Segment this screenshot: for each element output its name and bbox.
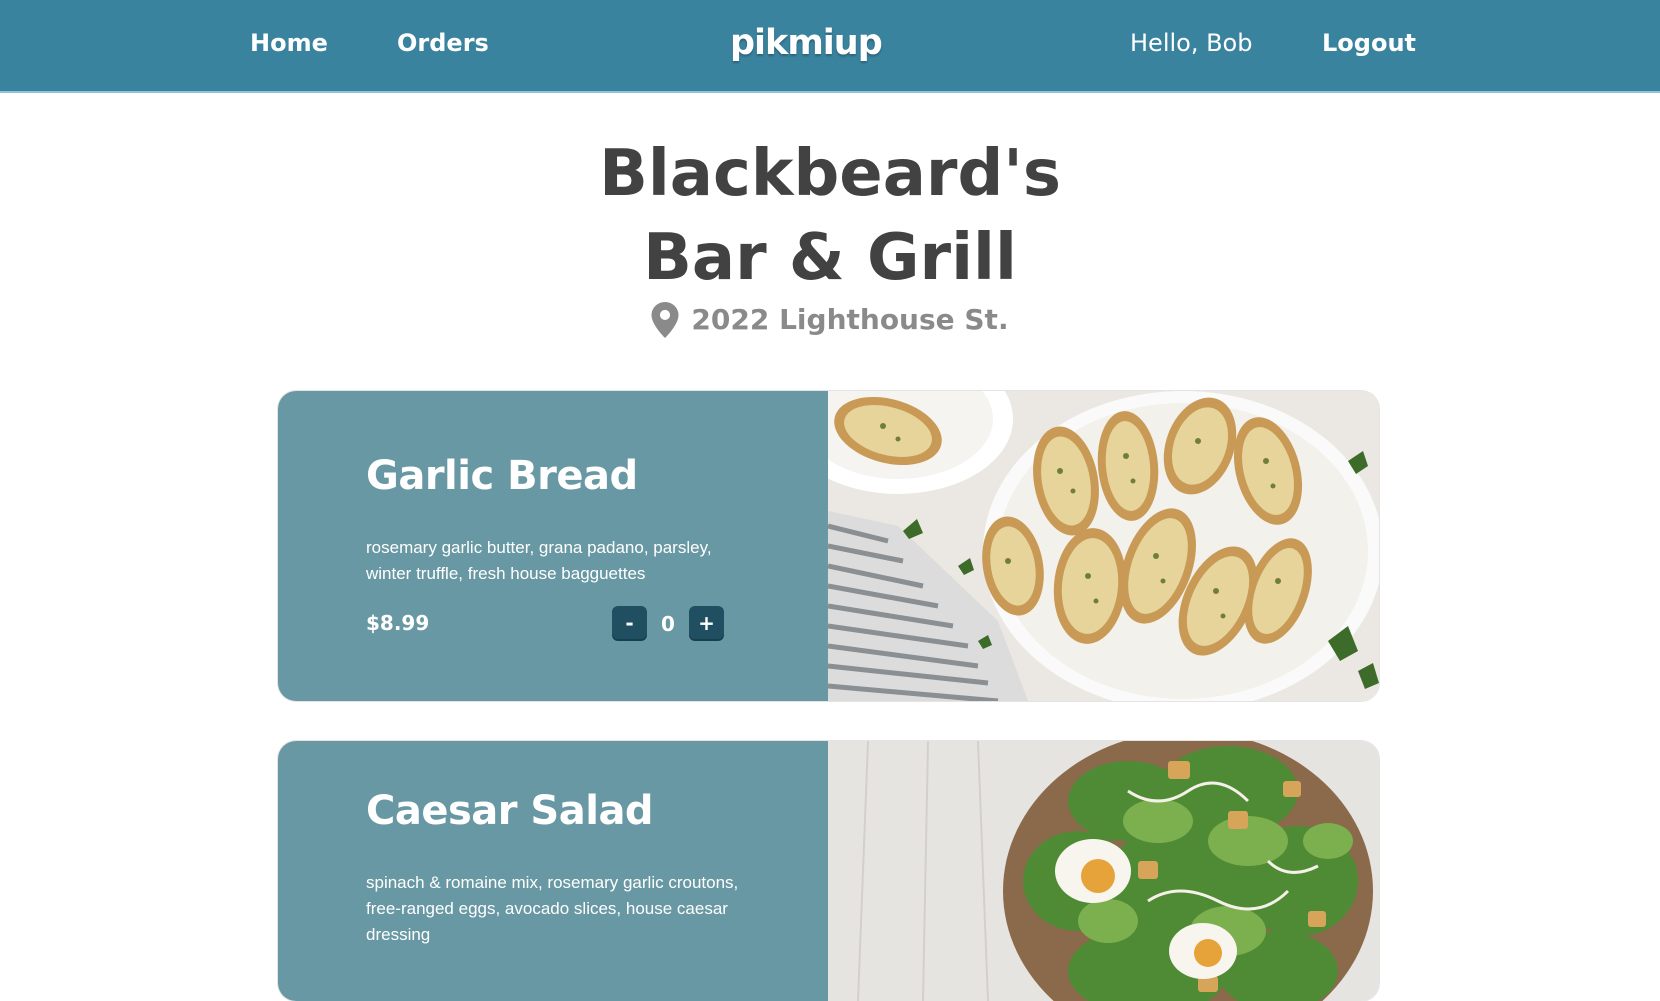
map-pin-icon [651,302,679,338]
menu-item-name: Garlic Bread [366,453,638,499]
top-navbar: Home Orders pikmiup Hello, Bob Logout [0,0,1660,93]
menu-item-info: Caesar Salad spinach & romaine mix, rose… [278,741,828,1001]
menu-item-card: Caesar Salad spinach & romaine mix, rose… [278,741,1379,1001]
logout-link[interactable]: Logout [1322,27,1416,59]
caesar-salad-image [828,741,1379,1001]
brand-logo[interactable]: pikmiup [730,20,883,66]
increment-button[interactable]: + [689,606,724,641]
nav-orders-link[interactable]: Orders [397,27,489,59]
user-greeting: Hello, Bob [1130,29,1253,57]
decrement-button[interactable]: - [612,606,647,641]
menu-item-info: Garlic Bread rosemary garlic butter, gra… [278,391,828,701]
menu-item-description: rosemary garlic butter, grana padano, pa… [366,538,712,583]
menu-item-photo [828,741,1379,1001]
menu-item-description: spinach & romaine mix, rosemary garlic c… [366,873,739,944]
quantity-stepper: - 0 + [612,606,724,641]
garlic-bread-image [828,391,1379,701]
restaurant-name-line1: Blackbeard's [599,137,1061,211]
restaurant-name: Blackbeard's Bar & Grill [430,132,1230,300]
quantity-value: 0 [661,611,675,636]
menu-item-photo [828,391,1379,701]
nav-home-link[interactable]: Home [250,27,328,59]
menu-item-card: Garlic Bread rosemary garlic butter, gra… [278,391,1379,701]
address-text: 2022 Lighthouse St. [691,303,1009,336]
restaurant-name-line2: Bar & Grill [643,221,1017,295]
menu-item-name: Caesar Salad [366,788,654,834]
restaurant-address: 2022 Lighthouse St. [530,302,1130,338]
menu-item-price: $8.99 [366,611,430,635]
